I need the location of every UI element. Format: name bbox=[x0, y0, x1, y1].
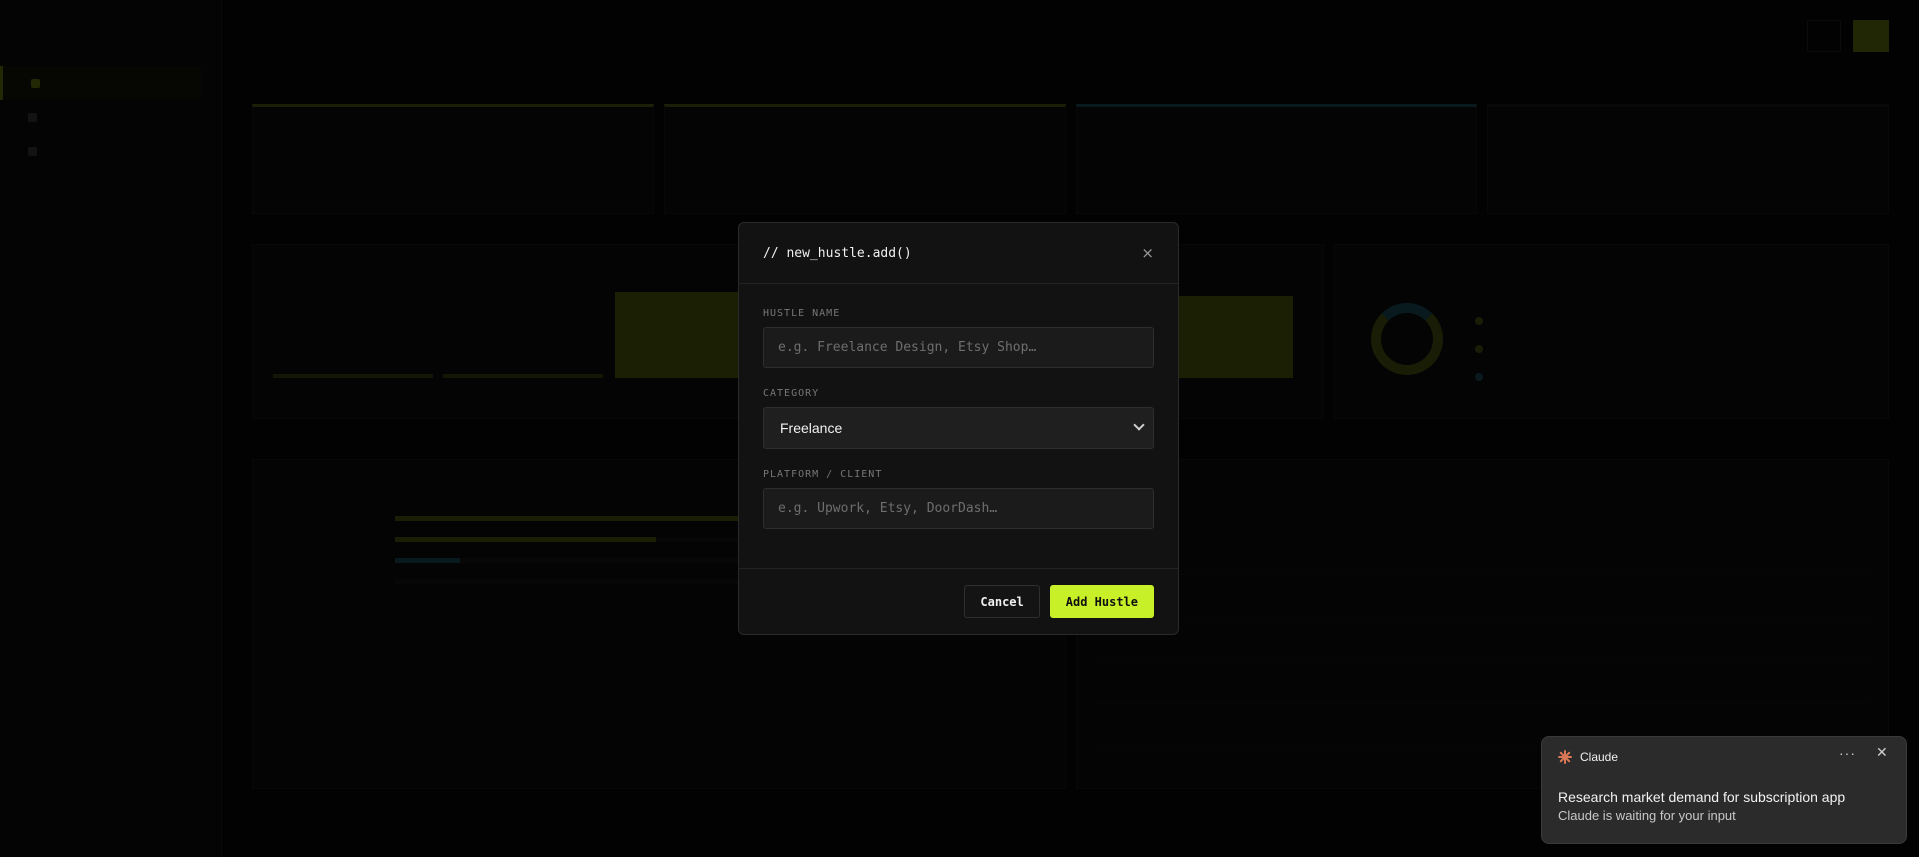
cancel-button[interactable]: Cancel bbox=[964, 585, 1040, 618]
category-selected-value: Freelance bbox=[780, 420, 843, 436]
notification-toast[interactable]: Claude ··· ✕ Research market demand for … bbox=[1541, 736, 1907, 844]
category-label: CATEGORY bbox=[763, 388, 820, 399]
hustle-name-label: HUSTLE NAME bbox=[763, 308, 841, 319]
platform-label: PLATFORM / CLIENT bbox=[763, 469, 883, 480]
toast-app-name: Claude bbox=[1580, 750, 1619, 764]
hustle-name-input[interactable] bbox=[763, 327, 1154, 368]
new-hustle-modal: // new_hustle.add() × HUSTLE NAME CATEGO… bbox=[738, 222, 1179, 635]
toast-header: Claude bbox=[1558, 750, 1618, 764]
modal-body: HUSTLE NAME CATEGORY Freelance PLATFORM … bbox=[739, 284, 1178, 529]
modal-header: // new_hustle.add() × bbox=[739, 223, 1178, 284]
toast-subtitle: Claude is waiting for your input bbox=[1558, 808, 1736, 823]
modal-footer: Cancel Add Hustle bbox=[739, 568, 1178, 634]
close-icon[interactable]: × bbox=[1141, 244, 1154, 262]
add-hustle-button[interactable]: Add Hustle bbox=[1049, 585, 1154, 618]
more-icon[interactable]: ··· bbox=[1839, 745, 1856, 761]
platform-input[interactable] bbox=[763, 488, 1154, 529]
modal-title: // new_hustle.add() bbox=[763, 245, 912, 261]
chevron-down-icon bbox=[1133, 419, 1145, 431]
claude-icon bbox=[1558, 750, 1572, 764]
close-icon[interactable]: ✕ bbox=[1876, 745, 1888, 761]
category-select[interactable]: Freelance bbox=[763, 407, 1154, 449]
toast-title: Research market demand for subscription … bbox=[1558, 789, 1846, 805]
